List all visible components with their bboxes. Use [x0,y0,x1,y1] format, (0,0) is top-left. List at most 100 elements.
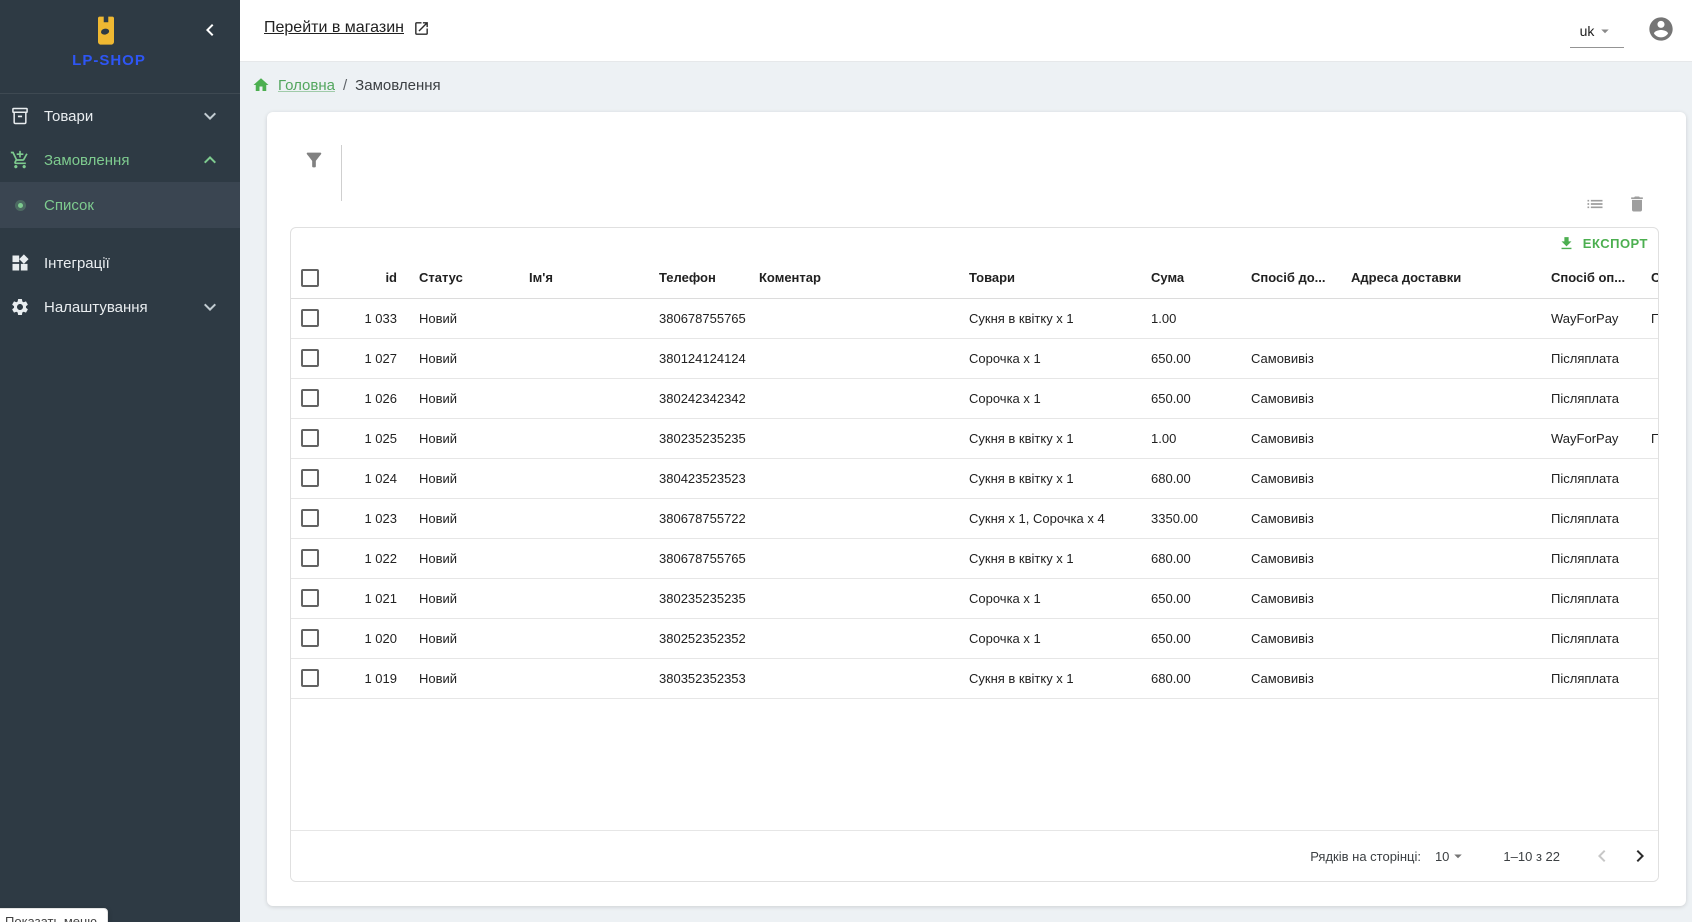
sidebar-subitem-list[interactable]: Список [0,182,240,228]
cell-id: 1 026 [335,378,407,418]
cell-sum: 3350.00 [1139,498,1239,538]
row-checkbox[interactable] [301,589,319,607]
cell-status: Новий [407,378,517,418]
language-select[interactable]: uk [1570,14,1624,48]
breadcrumb-home-link[interactable]: Головна [278,77,335,94]
column-header-comment[interactable]: Коментар [747,258,957,298]
cell-phone: 380235235235 [647,418,747,458]
cell-phone: 380235235235 [647,578,747,618]
table-row[interactable]: 1 021Новий380235235235Сорочка x 1650.00С… [291,578,1659,618]
chevron-left-icon page-prev-button[interactable] [1590,844,1614,868]
cell-address [1339,458,1539,498]
table-row[interactable]: 1 027Новий380124124124Сорочка x 1650.00С… [291,338,1659,378]
row-select-cell [291,378,335,418]
column-header-id[interactable]: id [335,258,407,298]
cell-id: 1 022 [335,538,407,578]
breadcrumb: Головна / Замовлення [252,76,441,94]
cell-comment [747,538,957,578]
funnel-icon filter-button[interactable] [303,149,325,171]
cell-phone: 380352352353 [647,658,747,698]
cell-address [1339,298,1539,338]
sidebar-item-integrations[interactable]: Інтеграції [0,241,240,285]
table-header: id Статус Ім'я Телефон Коментар Товари С… [291,258,1659,298]
sidebar-item-settings[interactable]: Налаштування [0,285,240,329]
row-checkbox[interactable] [301,389,319,407]
row-select-cell [291,458,335,498]
table-row[interactable]: 1 023Новий380678755722Сукня x 1, Сорочка… [291,498,1659,538]
cell-id: 1 019 [335,658,407,698]
cell-payment_status [1639,338,1659,378]
row-checkbox[interactable] [301,549,319,567]
cell-payment: Післяплата [1539,578,1639,618]
home-icon [252,76,270,94]
add-shopping-cart-icon [8,148,32,172]
cell-status: Новий [407,418,517,458]
chevron-right-icon page-next-button[interactable] [1628,844,1652,868]
row-checkbox[interactable] [301,349,319,367]
row-checkbox[interactable] [301,469,319,487]
export-button[interactable]: ЕКСПОРТ [1558,235,1648,252]
cell-comment [747,338,957,378]
chevron-down-icon [198,295,222,319]
cell-status: Новий [407,298,517,338]
trash-icon bulk-delete-button[interactable] [1627,194,1647,214]
cell-name [517,658,647,698]
sidebar-item-label: Інтеграції [44,255,110,272]
row-select-cell [291,658,335,698]
row-checkbox[interactable] [301,429,319,447]
list-icon view-mode-button[interactable] [1585,194,1605,214]
cell-payment: WayForPay [1539,298,1639,338]
cell-status: Новий [407,618,517,658]
sidebar-item-products[interactable]: Товари [0,94,240,138]
table-row[interactable]: 1 033Новий380678755765Сукня в квітку x 1… [291,298,1659,338]
cell-address [1339,338,1539,378]
table-row[interactable]: 1 020Новий380252352352Сорочка x 1650.00С… [291,618,1659,658]
column-header-products[interactable]: Товари [957,258,1139,298]
cell-phone: 380423523523 [647,458,747,498]
select-all-checkbox[interactable] [301,269,319,287]
column-header-delivery[interactable]: Спосіб до... [1239,258,1339,298]
cell-payment_status [1639,578,1659,618]
column-header-address[interactable]: Адреса доставки [1339,258,1539,298]
table-row[interactable]: 1 026Новий380242342342Сорочка x 1650.00С… [291,378,1659,418]
cell-payment: Післяплата [1539,618,1639,658]
gear-icon [8,295,32,319]
column-header-status[interactable]: Статус [407,258,517,298]
open-in-new-icon [413,20,430,37]
column-header-phone[interactable]: Телефон [647,258,747,298]
cell-address [1339,378,1539,418]
cell-sum: 650.00 [1139,338,1239,378]
cell-payment: Післяплата [1539,338,1639,378]
row-checkbox[interactable] [301,309,319,327]
cell-payment: WayForPay [1539,418,1639,458]
cell-address [1339,578,1539,618]
column-header-payment[interactable]: Спосіб оп... [1539,258,1639,298]
sidebar: LP-SHOP Товари [0,0,240,922]
row-checkbox[interactable] [301,669,319,687]
table-row[interactable]: 1 019Новий380352352353Сукня в квітку x 1… [291,658,1659,698]
cell-comment [747,578,957,618]
column-header-payment-status[interactable]: Ст [1639,258,1659,298]
cell-payment: Післяплата [1539,458,1639,498]
account-circle-icon[interactable] [1647,15,1675,43]
sidebar-item-orders[interactable]: Замовлення [0,138,240,182]
cell-products: Сорочка x 1 [957,378,1139,418]
sidebar-collapse-button chevron-left-icon[interactable] [198,18,222,42]
cell-address [1339,498,1539,538]
cell-comment [747,458,957,498]
row-checkbox[interactable] [301,629,319,647]
rows-per-page-select[interactable]: 10 [1435,847,1467,865]
sidebar-logo-area: LP-SHOP [0,0,240,94]
table-row[interactable]: 1 022Новий380678755765Сукня в квітку x 1… [291,538,1659,578]
table-row[interactable]: 1 025Новий380235235235Сукня в квітку x 1… [291,418,1659,458]
breadcrumb-separator: / [343,77,347,94]
cell-sum: 680.00 [1139,458,1239,498]
column-header-name[interactable]: Ім'я [517,258,647,298]
table-row[interactable]: 1 024Новий380423523523Сукня в квітку x 1… [291,458,1659,498]
row-select-cell [291,338,335,378]
cell-comment [747,618,957,658]
row-checkbox[interactable] [301,509,319,527]
go-to-store-link[interactable]: Перейти в магазин [264,19,430,37]
column-header-sum[interactable]: Сума [1139,258,1239,298]
cell-status: Новий [407,538,517,578]
